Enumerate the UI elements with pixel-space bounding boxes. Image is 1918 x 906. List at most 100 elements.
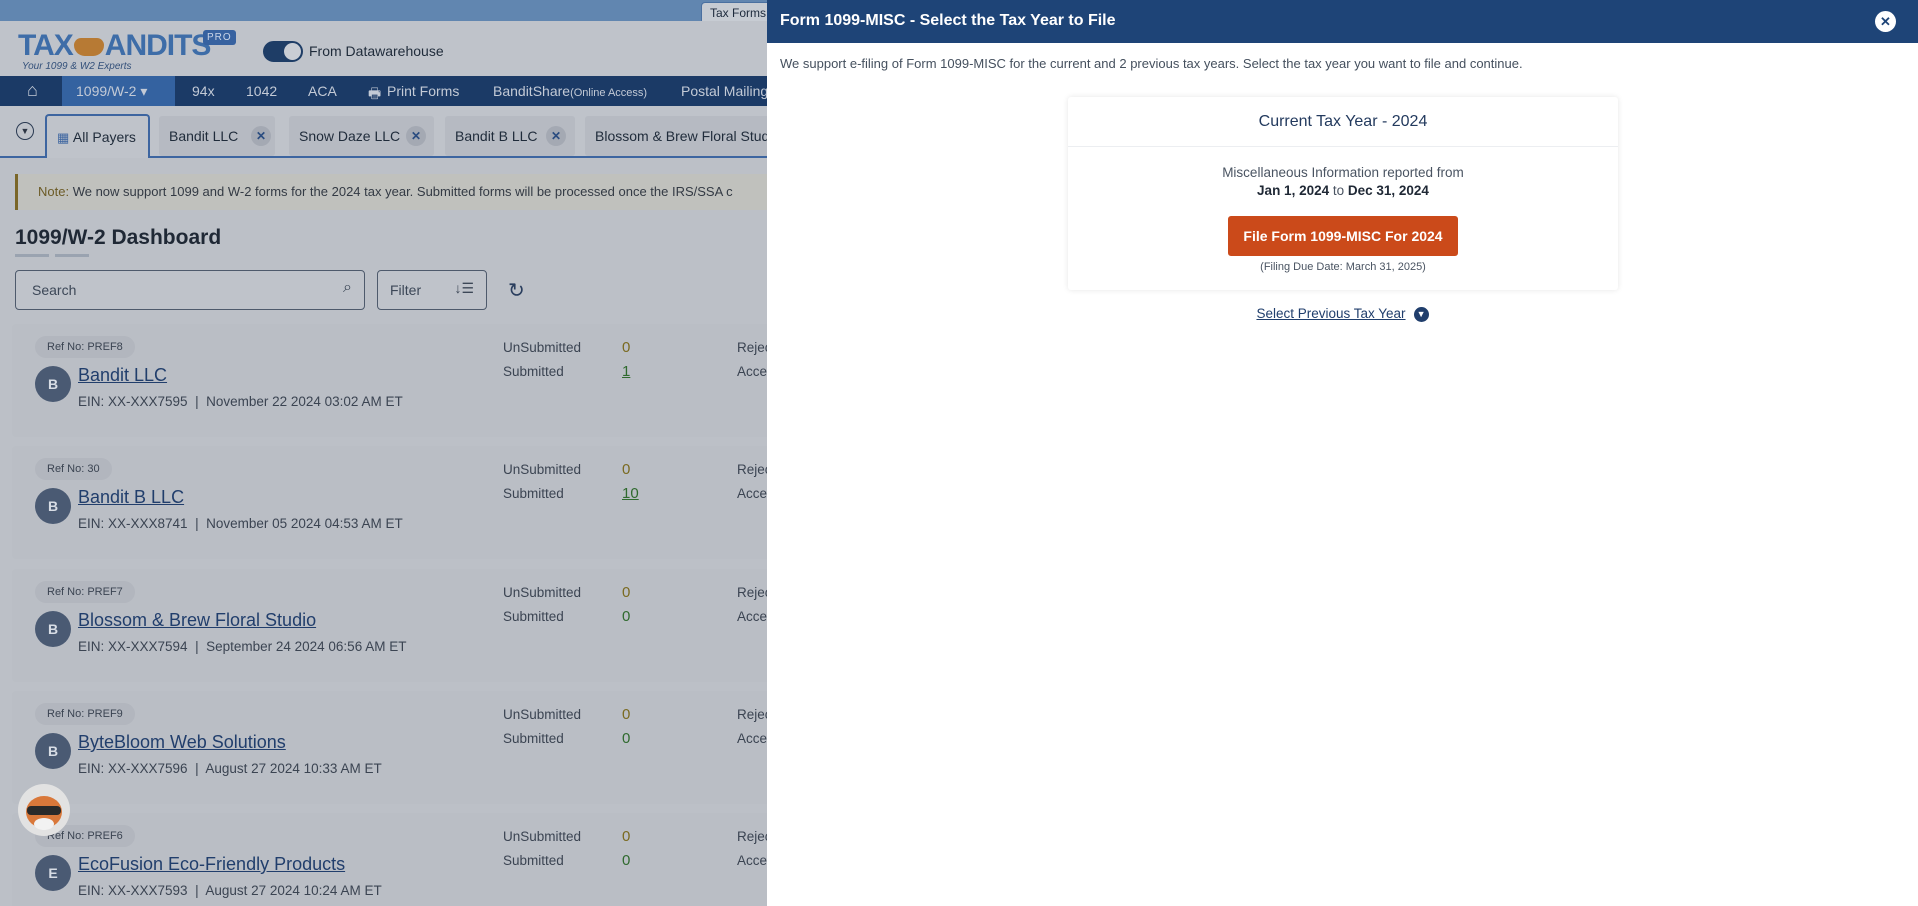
tax-year-dialog: Form 1099-MISC - Select the Tax Year to … [767,0,1918,906]
card-title: Current Tax Year - 2024 [1068,97,1618,147]
main-nav: ⌂ 1099/W-2 ▾ 94x 1042 ACA 🖶 Print Forms … [0,76,767,106]
mascot-icon [26,796,62,830]
unsubmitted-count: 0 [622,339,631,356]
payer-name-link[interactable]: EcoFusion Eco-Friendly Products [78,854,345,875]
filing-due-date: (Filing Due Date: March 31, 2025) [1260,261,1426,273]
payer-name-link[interactable]: ByteBloom Web Solutions [78,732,286,753]
close-dialog-button[interactable]: ✕ [1875,11,1896,32]
payer-name-link[interactable]: Bandit B LLC [78,487,184,508]
payer-tab[interactable]: Bandit LLC ✕ [159,116,275,156]
dialog-header: Form 1099-MISC - Select the Tax Year to … [767,0,1918,43]
search-icon[interactable]: ⌕ [343,279,352,297]
ein: EIN: XX-XXX7596 [78,761,188,776]
payer-card: Ref No: PREF9 B ByteBloom Web Solutions … [12,691,767,804]
submitted-label: Submitted [503,486,564,501]
avatar: E [35,855,71,891]
payer-name-link[interactable]: Blossom & Brew Floral Studio [78,610,316,631]
submitted-count[interactable]: 10 [622,485,639,502]
tab-label: All Payers [72,129,136,145]
payer-date: August 27 2024 10:33 AM ET [205,761,382,776]
payer-meta: EIN: XX-XXX7596 | August 27 2024 10:33 A… [78,761,382,776]
logo[interactable]: TAX ANDITS [18,29,211,63]
chat-assistant-avatar[interactable] [18,784,70,836]
unsubmitted-label: UnSubmitted [503,462,582,477]
close-icon[interactable]: ✕ [251,126,271,146]
date-to: Dec 31, 2024 [1347,183,1429,198]
submitted-count: 0 [622,730,631,747]
payer-date: November 05 2024 04:53 AM ET [206,516,403,531]
nav-print-forms[interactable]: Print Forms [387,83,459,99]
ref-badge: Ref No: PREF7 [35,581,135,603]
date-range: Jan 1, 2024 to Dec 31, 2024 [1068,183,1618,198]
submitted-count[interactable]: 1 [622,363,630,380]
payer-tab[interactable]: Blossom & Brew Floral Studio [585,116,767,156]
select-previous-year-link[interactable]: Select Previous Tax Year ▼ [767,306,1918,322]
date-to-sep: to [1329,183,1348,198]
rejected-label: Rejec [737,707,767,722]
rejected-label: Rejec [737,340,767,355]
pro-badge: PRO [203,30,236,45]
tab-label: Blossom & Brew Floral Studio [595,128,767,144]
submitted-label: Submitted [503,364,564,379]
nav-aca[interactable]: ACA [308,83,337,99]
search-placeholder: Search [32,282,77,298]
unsubmitted-count: 0 [622,828,631,845]
tab-all-payers[interactable]: ▦ All Payers [45,114,150,158]
datawarehouse-toggle[interactable] [263,41,303,62]
sort-icon: ↓☰ [454,280,474,296]
rejected-label: Rejec [737,585,767,600]
note-banner: Note: We now support 1099 and W-2 forms … [15,174,767,210]
payer-card: Ref No: PREF7 B Blossom & Brew Floral St… [12,569,767,682]
payer-date: November 22 2024 03:02 AM ET [206,394,403,409]
close-icon[interactable]: ✕ [546,126,566,146]
payer-meta: EIN: XX-XXX7593 | August 27 2024 10:24 A… [78,883,382,898]
dialog-title: Form 1099-MISC - Select the Tax Year to … [780,12,1116,29]
submitted-label: Submitted [503,609,564,624]
date-from: Jan 1, 2024 [1257,183,1330,198]
filter-button[interactable]: Filter ↓☰ [377,270,487,310]
payer-card: Ref No: PREF6 E EcoFusion Eco-Friendly P… [12,813,767,906]
payer-name-link[interactable]: Bandit LLC [78,365,167,386]
unsubmitted-count: 0 [622,706,631,723]
page-title: 1099/W-2 Dashboard [15,226,222,249]
tab-tax-forms[interactable]: Tax Forms [701,2,767,23]
ref-badge: Ref No: PREF9 [35,703,135,725]
close-icon[interactable]: ✕ [406,126,426,146]
ref-badge: Ref No: 30 [35,458,112,480]
payer-tab[interactable]: Bandit B LLC ✕ [445,116,575,156]
nav-postal-mailing[interactable]: Postal Mailing [681,83,767,99]
search-input[interactable]: Search ⌕ [15,270,365,310]
nav-1042[interactable]: 1042 [246,83,277,99]
refresh-icon[interactable]: ↻ [508,278,525,303]
nav-banditshare[interactable]: BanditShare(Online Access) [493,83,647,99]
reported-from: Miscellaneous Information reported from [1222,165,1464,180]
submitted-label: Submitted [503,731,564,746]
chevron-down-circle-icon[interactable]: ▼ [16,122,34,140]
tab-label: Snow Daze LLC [299,128,401,144]
payer-tab[interactable]: Snow Daze LLC ✕ [289,116,434,156]
avatar: B [35,366,71,402]
banditshare-label: BanditShare [493,83,571,99]
top-strip [0,0,767,21]
payer-tabs: ▼ ▦ All Payers Bandit LLC ✕ Snow Daze LLC… [0,106,767,158]
note-text: We now support 1099 and W-2 forms for th… [69,184,733,199]
printer-icon: 🖶 [368,85,382,101]
rejected-label: Rejec [737,829,767,844]
nav-1099-w2[interactable]: 1099/W-2 ▾ [76,83,147,100]
accepted-label: Acce [737,853,767,868]
submitted-label: Submitted [503,853,564,868]
unsubmitted-label: UnSubmitted [503,585,582,600]
ref-badge: Ref No: PREF8 [35,336,135,358]
file-form-button[interactable]: File Form 1099-MISC For 2024 [1228,216,1458,256]
accepted-label: Acce [737,609,767,624]
dashboard-background: Tax Forms TAX ANDITS Your 1099 & W2 Exper… [0,0,767,906]
nav-94x[interactable]: 94x [192,83,215,99]
payer-meta: EIN: XX-XXX8741 | November 05 2024 04:53… [78,516,403,531]
note-prefix: Note: [38,184,70,199]
home-icon[interactable]: ⌂ [27,80,38,101]
accepted-label: Acce [737,731,767,746]
logo-tagline: Your 1099 & W2 Experts [22,61,132,72]
title-underline [55,254,89,257]
ein: EIN: XX-XXX8741 [78,516,188,531]
ein: EIN: XX-XXX7594 [78,639,188,654]
